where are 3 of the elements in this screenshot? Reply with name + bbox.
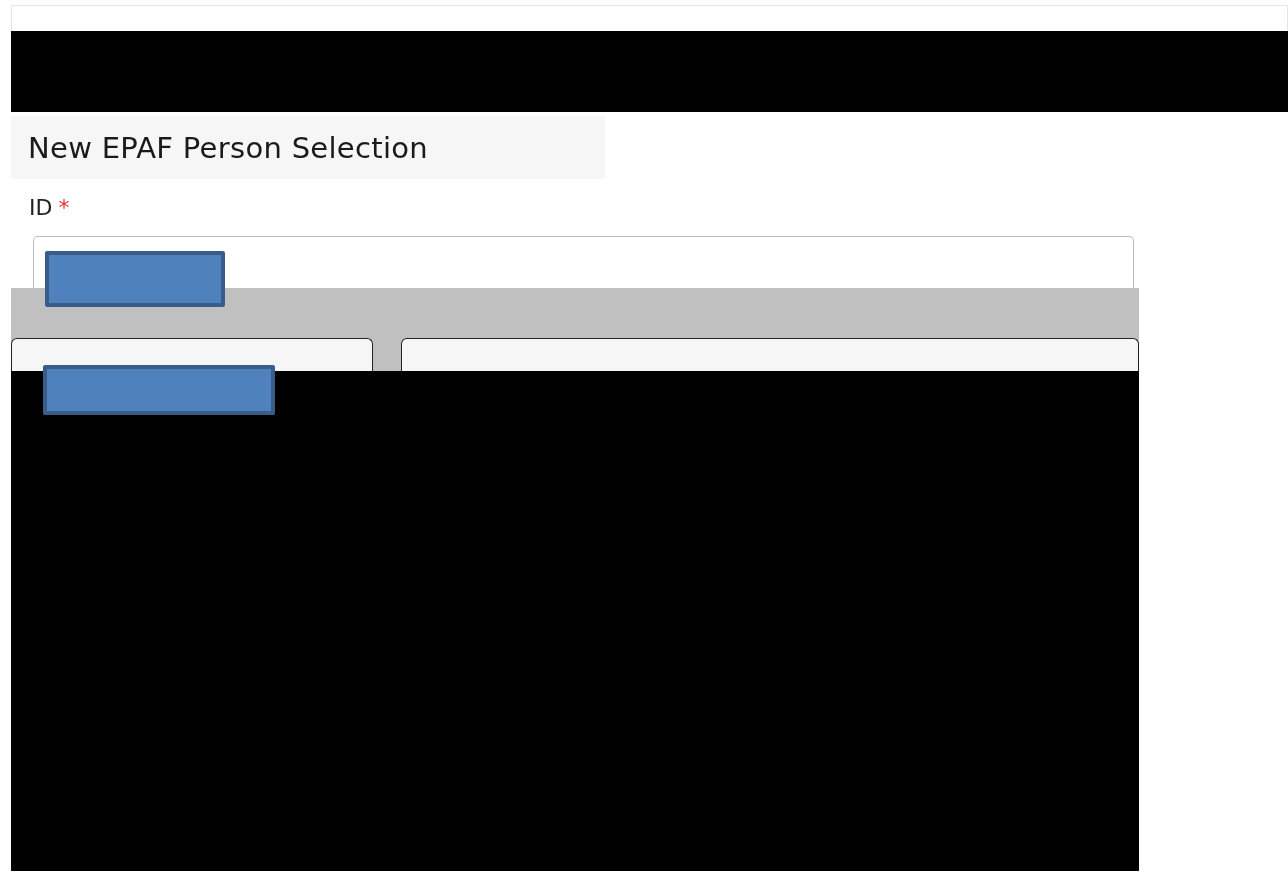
id-label: ID [29, 195, 53, 220]
page-title: New EPAF Person Selection [28, 130, 428, 165]
required-mark: * [58, 195, 70, 220]
